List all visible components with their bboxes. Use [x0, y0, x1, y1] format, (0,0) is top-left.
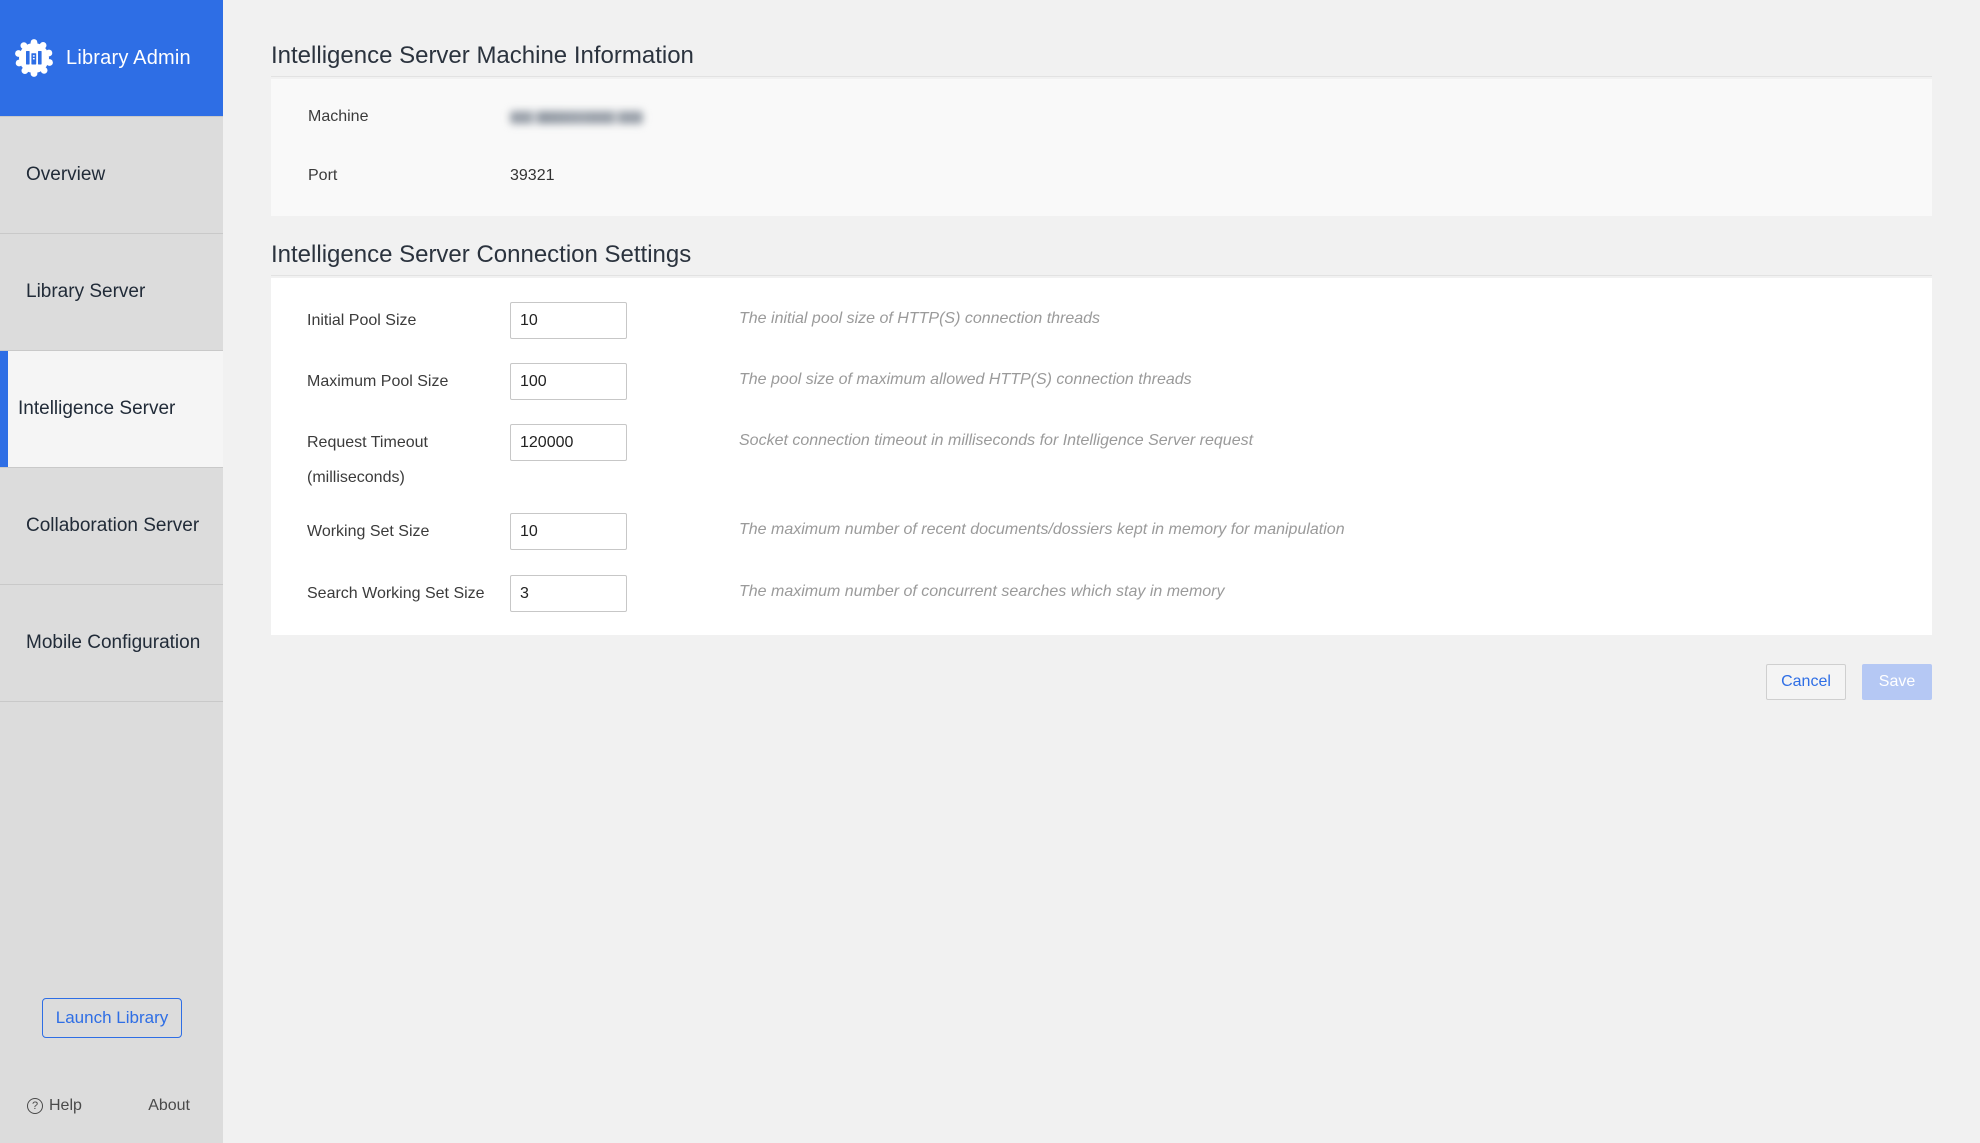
field-description: The initial pool size of HTTP(S) connect…: [739, 302, 1100, 328]
field-label: Search Working Set Size: [307, 575, 510, 612]
settings-field-row-initial-pool-size: Initial Pool Size The initial pool size …: [307, 302, 1932, 339]
sidebar-footer: ? Help About: [0, 1097, 223, 1115]
sidebar-nav: Overview Library Server Intelligence Ser…: [0, 116, 223, 702]
sidebar-item-intelligence-server[interactable]: Intelligence Server: [0, 351, 223, 468]
sidebar-item-label: Overview: [26, 164, 105, 186]
field-input-maximum-pool-size[interactable]: [510, 363, 627, 400]
settings-field-row-working-set-size: Working Set Size The maximum number of r…: [307, 513, 1932, 550]
field-label-sub: (milliseconds): [307, 461, 510, 494]
field-label: Maximum Pool Size: [307, 363, 510, 400]
machine-row: Machine: [308, 107, 1932, 127]
app-title: Library Admin: [66, 47, 191, 70]
sidebar-item-label: Library Server: [26, 281, 145, 303]
field-input-request-timeout[interactable]: [510, 424, 627, 461]
machine-value-redacted: [510, 111, 643, 124]
settings-field-row-maximum-pool-size: Maximum Pool Size The pool size of maxim…: [307, 363, 1932, 400]
machine-label: Machine: [308, 108, 510, 126]
port-value: 39321: [510, 167, 555, 185]
main-content: Intelligence Server Machine Information …: [223, 0, 1980, 1143]
field-label-main: Request Timeout: [307, 424, 510, 461]
sidebar-item-overview[interactable]: Overview: [0, 117, 223, 234]
launch-library-button[interactable]: Launch Library: [42, 998, 182, 1038]
field-description: The maximum number of recent documents/d…: [739, 513, 1345, 539]
field-label-main: Search Working Set Size: [307, 575, 510, 612]
machine-info-card: Machine Port 39321: [271, 79, 1932, 216]
cancel-button[interactable]: Cancel: [1766, 664, 1846, 700]
sidebar-item-library-server[interactable]: Library Server: [0, 234, 223, 351]
field-input-working-set-size[interactable]: [510, 513, 627, 550]
field-input-search-working-set-size[interactable]: [510, 575, 627, 612]
settings-field-row-request-timeout: Request Timeout (milliseconds) Socket co…: [307, 424, 1932, 494]
sidebar-item-collaboration-server[interactable]: Collaboration Server: [0, 468, 223, 585]
about-link[interactable]: About: [148, 1097, 190, 1115]
port-row: Port 39321: [308, 166, 1932, 186]
form-actions: Cancel Save: [271, 664, 1932, 700]
help-question-icon: ?: [27, 1098, 43, 1114]
sidebar-item-mobile-configuration[interactable]: Mobile Configuration: [0, 585, 223, 702]
field-label-main: Maximum Pool Size: [307, 363, 510, 400]
field-input-initial-pool-size[interactable]: [510, 302, 627, 339]
save-button[interactable]: Save: [1862, 664, 1932, 700]
field-label: Request Timeout (milliseconds): [307, 424, 510, 494]
connection-settings-title: Intelligence Server Connection Settings: [271, 216, 1932, 276]
sidebar-item-label: Intelligence Server: [18, 398, 175, 420]
field-label-main: Working Set Size: [307, 513, 510, 550]
library-admin-logo-icon: [14, 38, 54, 78]
port-label: Port: [308, 167, 510, 185]
sidebar-item-label: Collaboration Server: [26, 515, 199, 537]
machine-info-title: Intelligence Server Machine Information: [271, 42, 1932, 77]
field-description: Socket connection timeout in millisecond…: [739, 424, 1253, 450]
field-label-main: Initial Pool Size: [307, 302, 510, 339]
field-label: Working Set Size: [307, 513, 510, 550]
field-label: Initial Pool Size: [307, 302, 510, 339]
sidebar-header: Library Admin: [0, 0, 223, 116]
connection-settings-card: Initial Pool Size The initial pool size …: [271, 278, 1932, 635]
field-description: The pool size of maximum allowed HTTP(S)…: [739, 363, 1192, 389]
sidebar: Library Admin Overview Library Server In…: [0, 0, 223, 1143]
help-link[interactable]: ? Help: [27, 1097, 82, 1115]
help-label: Help: [49, 1097, 82, 1115]
settings-field-row-search-working-set-size: Search Working Set Size The maximum numb…: [307, 575, 1932, 612]
field-description: The maximum number of concurrent searche…: [739, 575, 1225, 601]
sidebar-item-label: Mobile Configuration: [26, 632, 200, 654]
